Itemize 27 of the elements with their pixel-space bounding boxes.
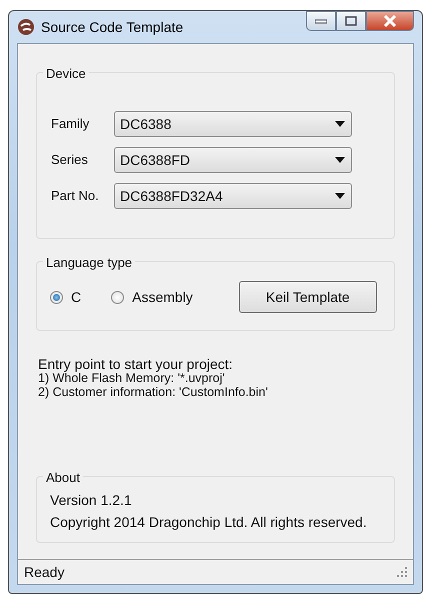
field-label: Series [51, 151, 89, 170]
minimize-button[interactable] [306, 11, 336, 31]
about-text: Version 1.2.1 [50, 492, 133, 508]
caret-icon [335, 121, 345, 127]
resize-grip-icon [397, 567, 407, 577]
app-logo-icon [17, 18, 35, 36]
info-text: Entry point to start your project: [38, 357, 234, 371]
close-icon [383, 15, 397, 27]
close-button[interactable] [366, 11, 414, 31]
dropdown[interactable]: DC6388FD32A4 [114, 183, 352, 209]
about-text: Copyright 2014 Dragonchip Ltd. All rights reserved. [50, 514, 368, 530]
field-label: Family [51, 115, 90, 134]
maximize-button[interactable] [336, 11, 366, 31]
keil-template-button[interactable]: Keil Template [238, 281, 377, 313]
minimize-icon [315, 18, 327, 24]
window-title: Source Code Template [41, 18, 184, 37]
maximize-icon [345, 16, 357, 26]
status-text: Ready [24, 562, 64, 582]
dropdown[interactable]: DC6388FD [114, 147, 352, 173]
field-label: Part No. [51, 187, 100, 206]
radio-option[interactable]: Assembly [111, 286, 193, 308]
radio-option[interactable]: C [50, 286, 82, 308]
info-text: 1) Whole Flash Memory: '*.uvproj' [38, 371, 225, 385]
dropdown[interactable]: DC6388 [114, 111, 352, 137]
caret-icon [335, 193, 345, 199]
info-text: 2) Customer information: 'CustomInfo.bin' [38, 385, 269, 399]
caret-icon [335, 157, 345, 163]
